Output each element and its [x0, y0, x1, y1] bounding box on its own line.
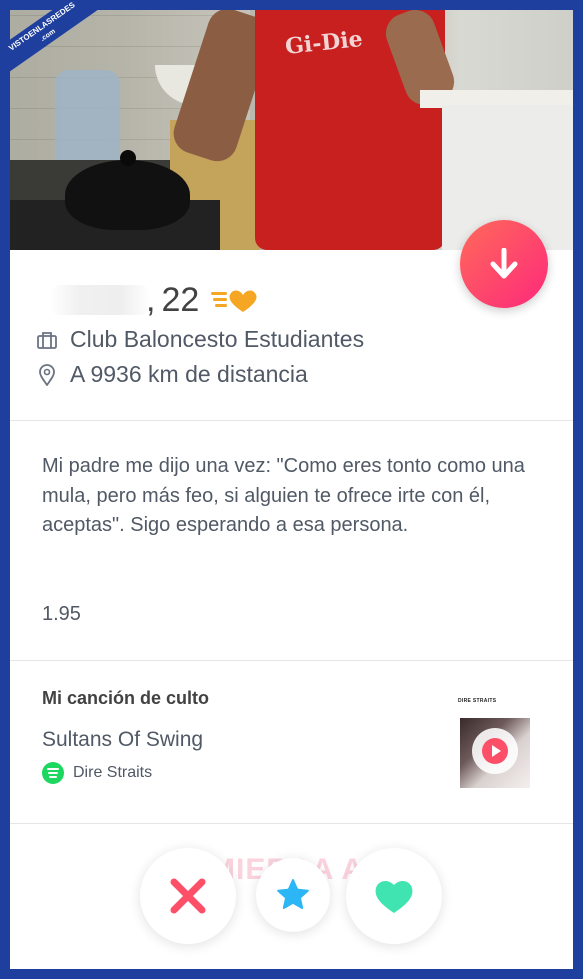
anthem-artist: Dire Straits [73, 764, 153, 781]
x-icon [170, 878, 206, 914]
arrow-down-icon [490, 248, 518, 279]
profile-age: 22 [161, 280, 200, 319]
anthem-artist-row: Dire Straits [42, 762, 152, 784]
superlike-button[interactable] [256, 858, 330, 932]
photo-pan-knob [120, 150, 136, 166]
play-button[interactable] [472, 728, 518, 774]
like-button[interactable] [346, 848, 442, 944]
bio-text: Mi padre me dijo una vez: "Como eres ton… [42, 455, 525, 536]
distance-text: A 9936 km de distancia [70, 361, 308, 387]
name-redacted [50, 285, 150, 315]
profile-photo[interactable]: Gi-Die [10, 10, 573, 250]
divider [10, 660, 573, 661]
name-age-row: , 22 [50, 278, 259, 322]
verified-badge-icon [211, 290, 257, 312]
star-icon [277, 879, 309, 909]
profile-card: Gi-Die , 22 Club Baloncesto Estudiantes [10, 10, 573, 969]
height-text: 1.95 [42, 603, 81, 625]
heart-icon [375, 881, 413, 913]
album-cover[interactable]: DIRE STRAITS [442, 694, 542, 806]
location-pin-icon [36, 363, 58, 386]
name-comma: , [146, 280, 156, 319]
play-icon [482, 738, 508, 764]
photo-pan [65, 160, 190, 230]
divider [10, 823, 573, 824]
distance-row: A 9936 km de distancia [36, 361, 308, 388]
anthem-heading: Mi canción de culto [42, 688, 210, 708]
spotify-icon [42, 762, 64, 784]
briefcase-icon [36, 329, 58, 351]
school-text: Club Baloncesto Estudiantes [70, 326, 365, 352]
school-row: Club Baloncesto Estudiantes [36, 326, 364, 353]
nope-button[interactable] [140, 848, 236, 944]
scroll-down-button[interactable] [460, 220, 548, 308]
album-label: DIRE STRAITS [458, 698, 497, 704]
anthem-song[interactable]: Sultans Of Swing [42, 728, 203, 752]
photo-bottle [55, 70, 120, 170]
divider [10, 420, 573, 421]
